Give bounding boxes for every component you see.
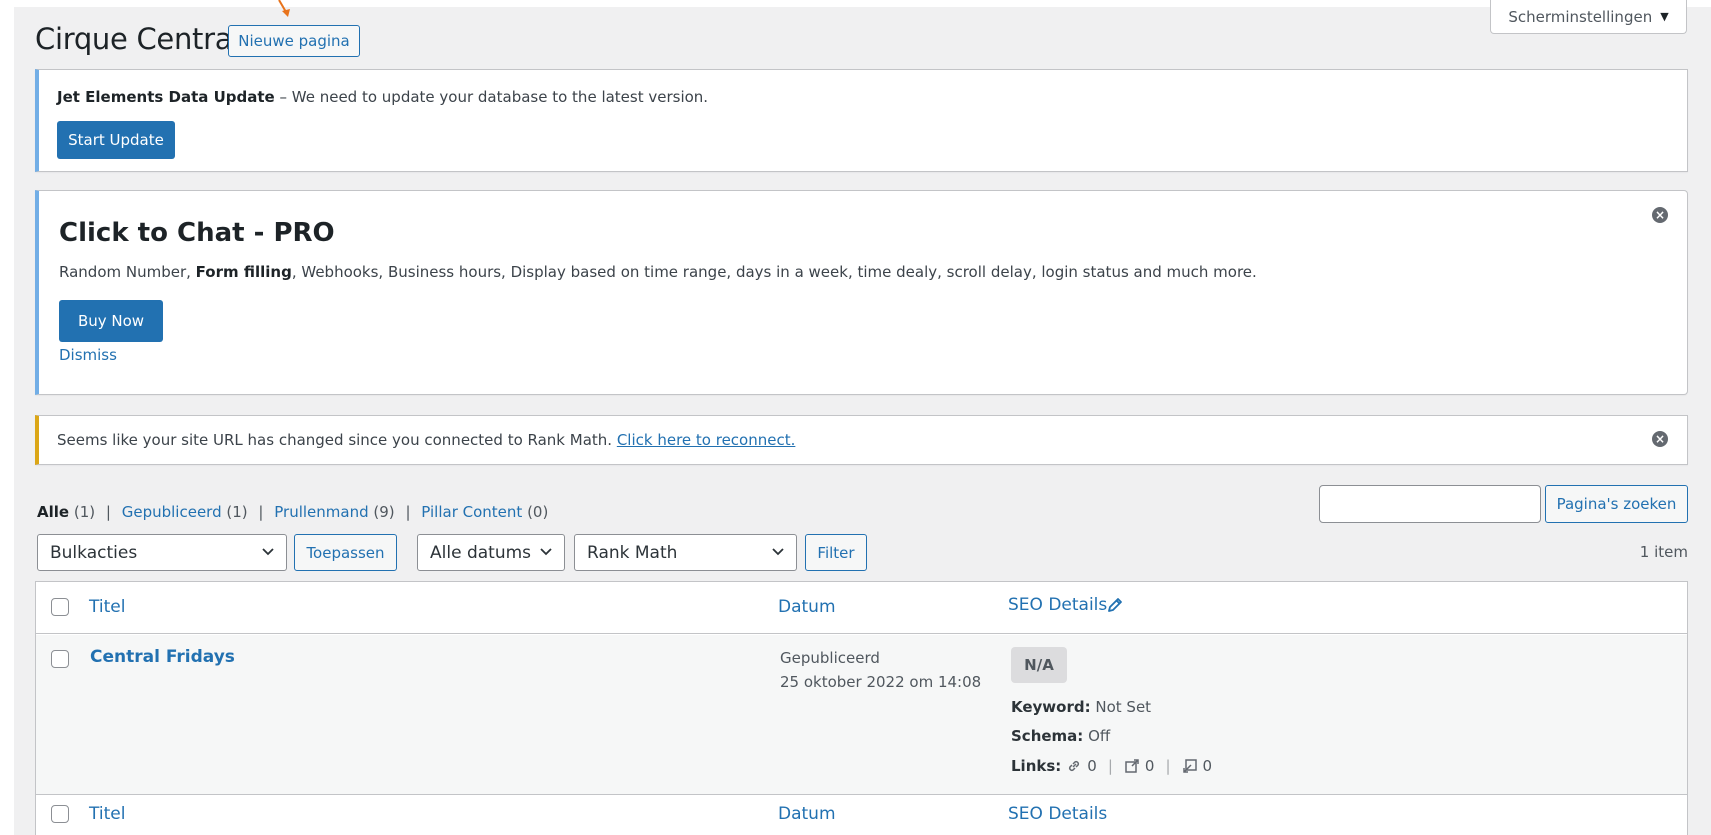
search-input[interactable]: [1319, 485, 1541, 523]
chat-notice-message: Random Number, Form filling, Webhooks, B…: [59, 263, 1257, 281]
rankmath-notice: Seems like your site URL has changed sin…: [35, 415, 1688, 465]
column-date-sort[interactable]: Datum: [778, 597, 836, 617]
keyword-label: Keyword:: [1011, 698, 1091, 716]
filter-all-link[interactable]: Alle: [37, 503, 69, 521]
chevron-down-icon: [262, 547, 274, 555]
separator: |: [258, 503, 264, 521]
reconnect-link[interactable]: Click here to reconnect.: [617, 431, 796, 449]
dismiss-link[interactable]: Dismiss: [59, 346, 117, 364]
admin-sidebar-edge: [0, 0, 14, 835]
close-icon[interactable]: ×: [1652, 207, 1668, 223]
buy-now-button[interactable]: Buy Now: [59, 300, 163, 342]
row-title-link[interactable]: Central Fridays: [90, 647, 235, 667]
filter-all-count: (1): [73, 503, 96, 521]
caret-down-icon: ▼: [1660, 10, 1669, 23]
select-all-checkbox[interactable]: [51, 598, 69, 616]
chat-text-bold: Form filling: [195, 263, 292, 281]
seo-schema: Schema: Off: [1011, 727, 1110, 745]
jet-notice-text: – We need to update your database to the…: [274, 88, 709, 106]
table-footer: Titel Datum SEO Details: [36, 796, 1687, 835]
apply-button[interactable]: Toepassen: [294, 534, 397, 571]
table-header: Titel Datum SEO Details: [36, 582, 1687, 634]
separator: |: [1107, 757, 1113, 775]
filter-pillar-count: (0): [527, 503, 549, 521]
bulk-actions-value: Bulkacties: [50, 542, 138, 563]
chevron-down-icon: [772, 547, 784, 555]
incoming-links-count: 0: [1202, 757, 1213, 775]
row-checkbox[interactable]: [51, 650, 69, 668]
footer-column-date-sort[interactable]: Datum: [778, 804, 836, 824]
filter-published-count: (1): [226, 503, 248, 521]
filter-published-link[interactable]: Gepubliceerd: [122, 503, 222, 521]
seo-links: Links: 0 | 0 | 0: [1011, 757, 1212, 775]
separator: |: [405, 503, 411, 521]
internal-links-count: 0: [1087, 757, 1097, 775]
chevron-down-icon: [540, 547, 552, 555]
close-icon[interactable]: ×: [1652, 431, 1668, 447]
screen-options-label: Scherminstellingen: [1508, 7, 1653, 26]
filter-trash-link[interactable]: Prullenmand: [274, 503, 368, 521]
dates-select[interactable]: Alle datums: [417, 534, 565, 571]
top-strip: [14, 0, 1711, 7]
incoming-link-icon: [1182, 759, 1197, 773]
schema-value: Off: [1083, 727, 1111, 745]
jet-notice-message: Jet Elements Data Update – We need to up…: [57, 88, 708, 106]
row-status: Gepubliceerd: [780, 649, 880, 667]
external-links-count: 0: [1144, 757, 1155, 775]
seo-keyword: Keyword: Not Set: [1011, 698, 1151, 716]
table-row: Central Fridays Gepubliceerd 25 oktober …: [36, 635, 1687, 795]
column-title-sort[interactable]: Titel: [89, 597, 125, 617]
jet-elements-notice: Jet Elements Data Update – We need to up…: [35, 69, 1688, 172]
status-filter-links: Alle (1) | Gepubliceerd (1) | Prullenman…: [37, 503, 548, 521]
filter-pillar-link[interactable]: Pillar Content: [421, 503, 522, 521]
new-page-button[interactable]: Nieuwe pagina: [228, 25, 360, 57]
column-seo-details[interactable]: SEO Details: [1008, 595, 1107, 615]
rankmath-select[interactable]: Rank Math: [574, 534, 797, 571]
rankmath-select-value: Rank Math: [587, 542, 678, 563]
footer-column-title-sort[interactable]: Titel: [89, 804, 125, 824]
jet-notice-title: Jet Elements Data Update: [57, 88, 275, 106]
filter-button[interactable]: Filter: [805, 534, 867, 571]
search-pages-button[interactable]: Pagina's zoeken: [1545, 485, 1688, 523]
dates-value: Alle datums: [430, 542, 532, 563]
rankmath-notice-text: Seems like your site URL has changed sin…: [57, 431, 617, 449]
separator: |: [1165, 757, 1171, 775]
filter-trash-count: (9): [373, 503, 395, 521]
bulk-actions-select[interactable]: Bulkacties: [37, 534, 287, 571]
pages-table: Titel Datum SEO Details Central Fridays …: [35, 581, 1688, 835]
seo-score-badge: N/A: [1011, 647, 1067, 683]
annotation-arrow-icon: [278, 0, 290, 17]
schema-label: Schema:: [1011, 727, 1084, 745]
footer-column-seo-details[interactable]: SEO Details: [1008, 804, 1107, 824]
links-label: Links:: [1011, 757, 1062, 775]
chat-notice-heading: Click to Chat - PRO: [59, 218, 335, 248]
pencil-icon[interactable]: [1106, 596, 1124, 614]
select-all-checkbox-footer[interactable]: [51, 805, 69, 823]
page-title: Cirque Central: [35, 22, 240, 56]
click-to-chat-notice: Click to Chat - PRO Random Number, Form …: [35, 190, 1688, 395]
separator: |: [105, 503, 111, 521]
keyword-value: Not Set: [1090, 698, 1152, 716]
rankmath-notice-message: Seems like your site URL has changed sin…: [57, 431, 795, 449]
chat-text-after: , Webhooks, Business hours, Display base…: [291, 263, 1257, 281]
row-date: 25 oktober 2022 om 14:08: [780, 673, 982, 691]
external-link-icon: [1125, 759, 1139, 773]
internal-link-icon: [1069, 760, 1080, 772]
chat-text-before: Random Number,: [59, 263, 196, 281]
start-update-button[interactable]: Start Update: [57, 121, 175, 159]
screen-options-button[interactable]: Scherminstellingen ▼: [1490, 0, 1687, 34]
item-count: 1 item: [1639, 543, 1688, 561]
